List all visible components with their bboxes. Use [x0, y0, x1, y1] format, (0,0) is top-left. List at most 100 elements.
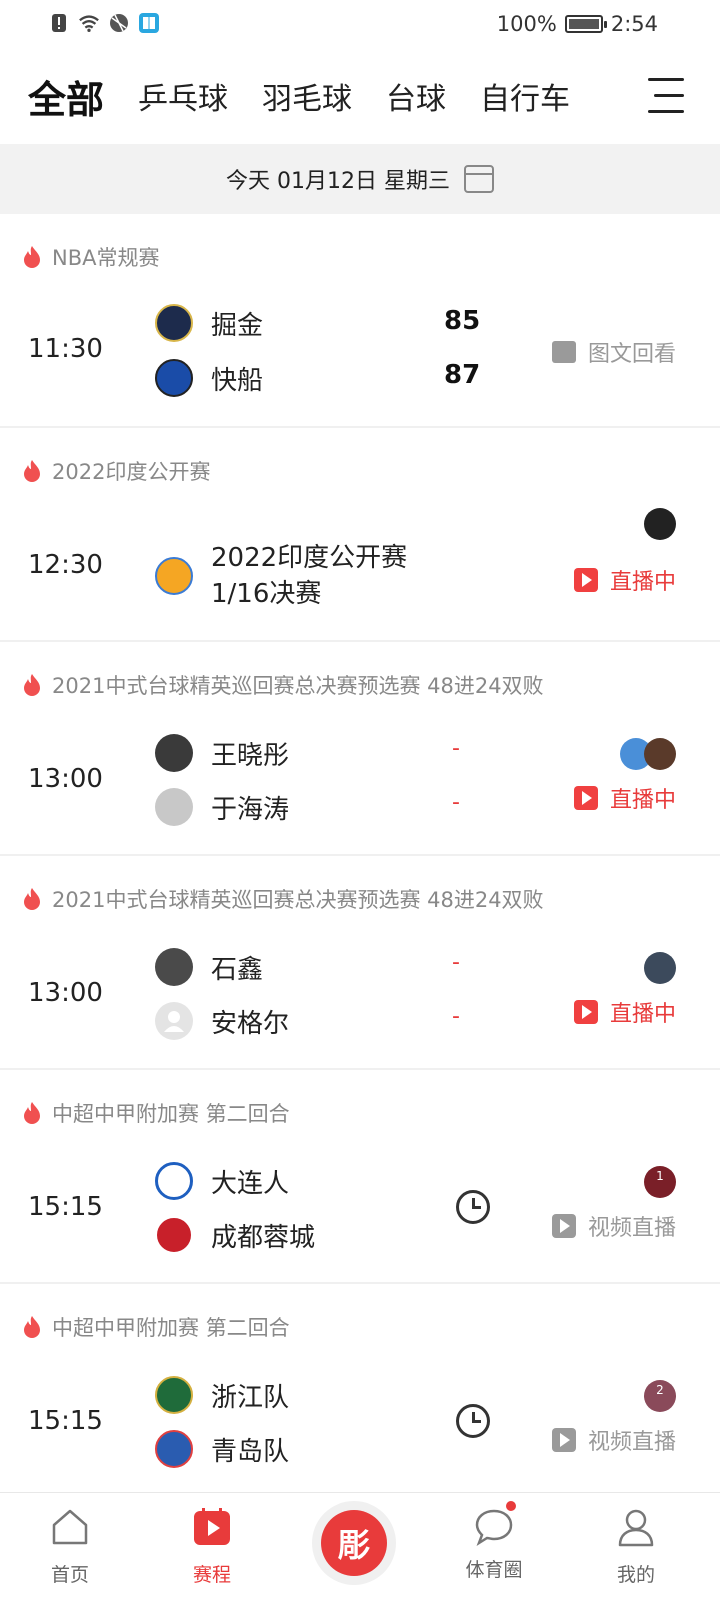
match-time: 11:30: [28, 334, 103, 364]
event-title-line1: 2022印度公开赛: [211, 543, 408, 573]
team-name: 大连人: [211, 1168, 290, 1199]
wifi-icon: [78, 12, 100, 34]
player-name: 于海涛: [211, 794, 290, 825]
nav-mine[interactable]: 我的: [586, 1507, 686, 1587]
india-open-logo-icon: [155, 557, 193, 595]
bottom-nav: 首页 赛程 彫 体育圈 我的: [0, 1492, 720, 1600]
player-avatar: [155, 788, 193, 826]
nav-schedule[interactable]: 赛程: [162, 1507, 262, 1587]
tab-all[interactable]: 全部: [28, 69, 104, 124]
live-button[interactable]: 直播中: [573, 996, 676, 1028]
status-icons: [48, 12, 160, 34]
team-name: 青岛队: [211, 1436, 290, 1467]
video-live-button[interactable]: 视频直播: [551, 1424, 676, 1456]
match-time: 12:30: [28, 550, 103, 580]
away-team: 快船: [155, 359, 263, 397]
book-app-icon: [138, 12, 160, 34]
tab-billiards[interactable]: 台球: [386, 74, 446, 118]
match-time: 13:00: [28, 764, 103, 794]
league-header: 中超中甲附加赛 第二回合: [22, 1098, 290, 1128]
schedule-play-icon: [194, 1508, 230, 1545]
player-name: 安格尔: [211, 1008, 290, 1039]
status-right: 100% 2:54: [497, 12, 658, 36]
date-bar[interactable]: 今天 01月12日 星期三: [0, 144, 720, 214]
league-name: 2021中式台球精英巡回赛总决赛预选赛 48进24双败: [52, 674, 544, 698]
play-icon: [551, 1214, 576, 1238]
league-name: 2022印度公开赛: [52, 460, 211, 484]
status-bar: 100% 2:54: [0, 0, 720, 48]
match-card[interactable]: 中超中甲附加赛 第二回合 15:15 大连人 成都蓉城 1 视频直播: [0, 1070, 720, 1284]
nav-label: 赛程: [192, 1564, 231, 1586]
alert-icon: [48, 12, 70, 34]
away-score: 87: [444, 360, 481, 390]
center-action-button[interactable]: 彫: [312, 1501, 396, 1585]
league-name: 2021中式台球精英巡回赛总决赛预选赛 48进24双败: [52, 888, 544, 912]
home-team: 掘金: [155, 304, 263, 342]
nav-community[interactable]: 体育圈: [444, 1499, 544, 1582]
play-icon: [573, 568, 598, 592]
chat-bubble-icon: [475, 1509, 513, 1547]
default-avatar-icon: [155, 1002, 193, 1040]
match-card[interactable]: 2021中式台球精英巡回赛总决赛预选赛 48进24双败 13:00 石鑫 - 安…: [0, 856, 720, 1070]
nuggets-logo-icon: [155, 304, 193, 342]
play-icon: [573, 1000, 598, 1024]
team-name: 快船: [211, 365, 264, 396]
battery-percent: 100%: [496, 12, 557, 36]
rank-badge[interactable]: 2: [644, 1380, 676, 1412]
home-score: -: [452, 950, 460, 975]
play-icon: [551, 1428, 576, 1452]
home-team: 浙江队: [155, 1376, 289, 1414]
live-button[interactable]: 直播中: [573, 564, 676, 596]
team-name: 掘金: [211, 310, 264, 341]
home-player: 王晓彤: [155, 734, 289, 772]
flame-icon: [24, 1316, 40, 1338]
streamer-avatar[interactable]: [644, 738, 676, 770]
date-text: 今天 01月12日 星期三: [226, 169, 450, 194]
alarm-icon[interactable]: [456, 1404, 490, 1438]
menu-icon[interactable]: [644, 76, 684, 116]
ball-app-icon: [108, 12, 130, 34]
streamer-avatar[interactable]: [644, 952, 676, 984]
replay-button[interactable]: 图文回看: [551, 336, 676, 368]
away-player: 于海涛: [155, 788, 289, 826]
away-team: 成都蓉城: [155, 1216, 315, 1254]
status-label: 直播中: [609, 788, 676, 813]
calendar-icon[interactable]: [463, 165, 494, 193]
match-card[interactable]: 中超中甲附加赛 第二回合 15:15 浙江队 青岛队 2 视频直播: [0, 1284, 720, 1498]
center-logo: 彫: [321, 1510, 387, 1576]
chengdu-logo-icon: [155, 1216, 193, 1254]
team-name: 成都蓉城: [211, 1222, 316, 1253]
event-title-line2: 1/16决赛: [211, 579, 322, 609]
tab-cycling[interactable]: 自行车: [480, 74, 570, 118]
match-time: 15:15: [28, 1192, 103, 1222]
nav-home[interactable]: 首页: [20, 1507, 120, 1587]
away-score: -: [452, 1004, 460, 1029]
match-card[interactable]: 2021中式台球精英巡回赛总决赛预选赛 48进24双败 13:00 王晓彤 - …: [0, 642, 720, 856]
flame-icon: [24, 1102, 40, 1124]
match-card[interactable]: NBA常规赛 11:30 掘金 85 快船 87 图文回看: [0, 214, 720, 428]
league-name: 中超中甲附加赛 第二回合: [52, 1102, 290, 1126]
alarm-icon[interactable]: [456, 1190, 490, 1224]
video-live-button[interactable]: 视频直播: [551, 1210, 676, 1242]
player-avatar: [155, 734, 193, 772]
status-label: 视频直播: [587, 1430, 676, 1455]
flame-icon: [24, 888, 40, 910]
home-player: 石鑫: [155, 948, 263, 986]
away-score: -: [452, 790, 460, 815]
home-score: 85: [444, 306, 481, 336]
event-title: 2022印度公开赛 1/16决赛: [155, 540, 407, 612]
streamer-avatar[interactable]: [644, 508, 676, 540]
tab-table-tennis[interactable]: 乒乓球: [138, 74, 228, 118]
rank-badge[interactable]: 1: [644, 1166, 676, 1198]
category-tabs: 全部 乒乓球 羽毛球 台球 自行车: [0, 48, 720, 144]
player-name: 石鑫: [211, 954, 264, 985]
nav-label: 我的: [616, 1564, 655, 1586]
tab-badminton[interactable]: 羽毛球: [262, 74, 352, 118]
live-button[interactable]: 直播中: [573, 782, 676, 814]
home-icon: [52, 1509, 88, 1545]
notification-dot: [504, 1499, 518, 1513]
status-label: 视频直播: [587, 1216, 676, 1241]
player-avatar: [155, 948, 193, 986]
match-time: 13:00: [28, 978, 103, 1008]
match-card[interactable]: 2022印度公开赛 12:30 2022印度公开赛 1/16决赛 直播中: [0, 428, 720, 642]
